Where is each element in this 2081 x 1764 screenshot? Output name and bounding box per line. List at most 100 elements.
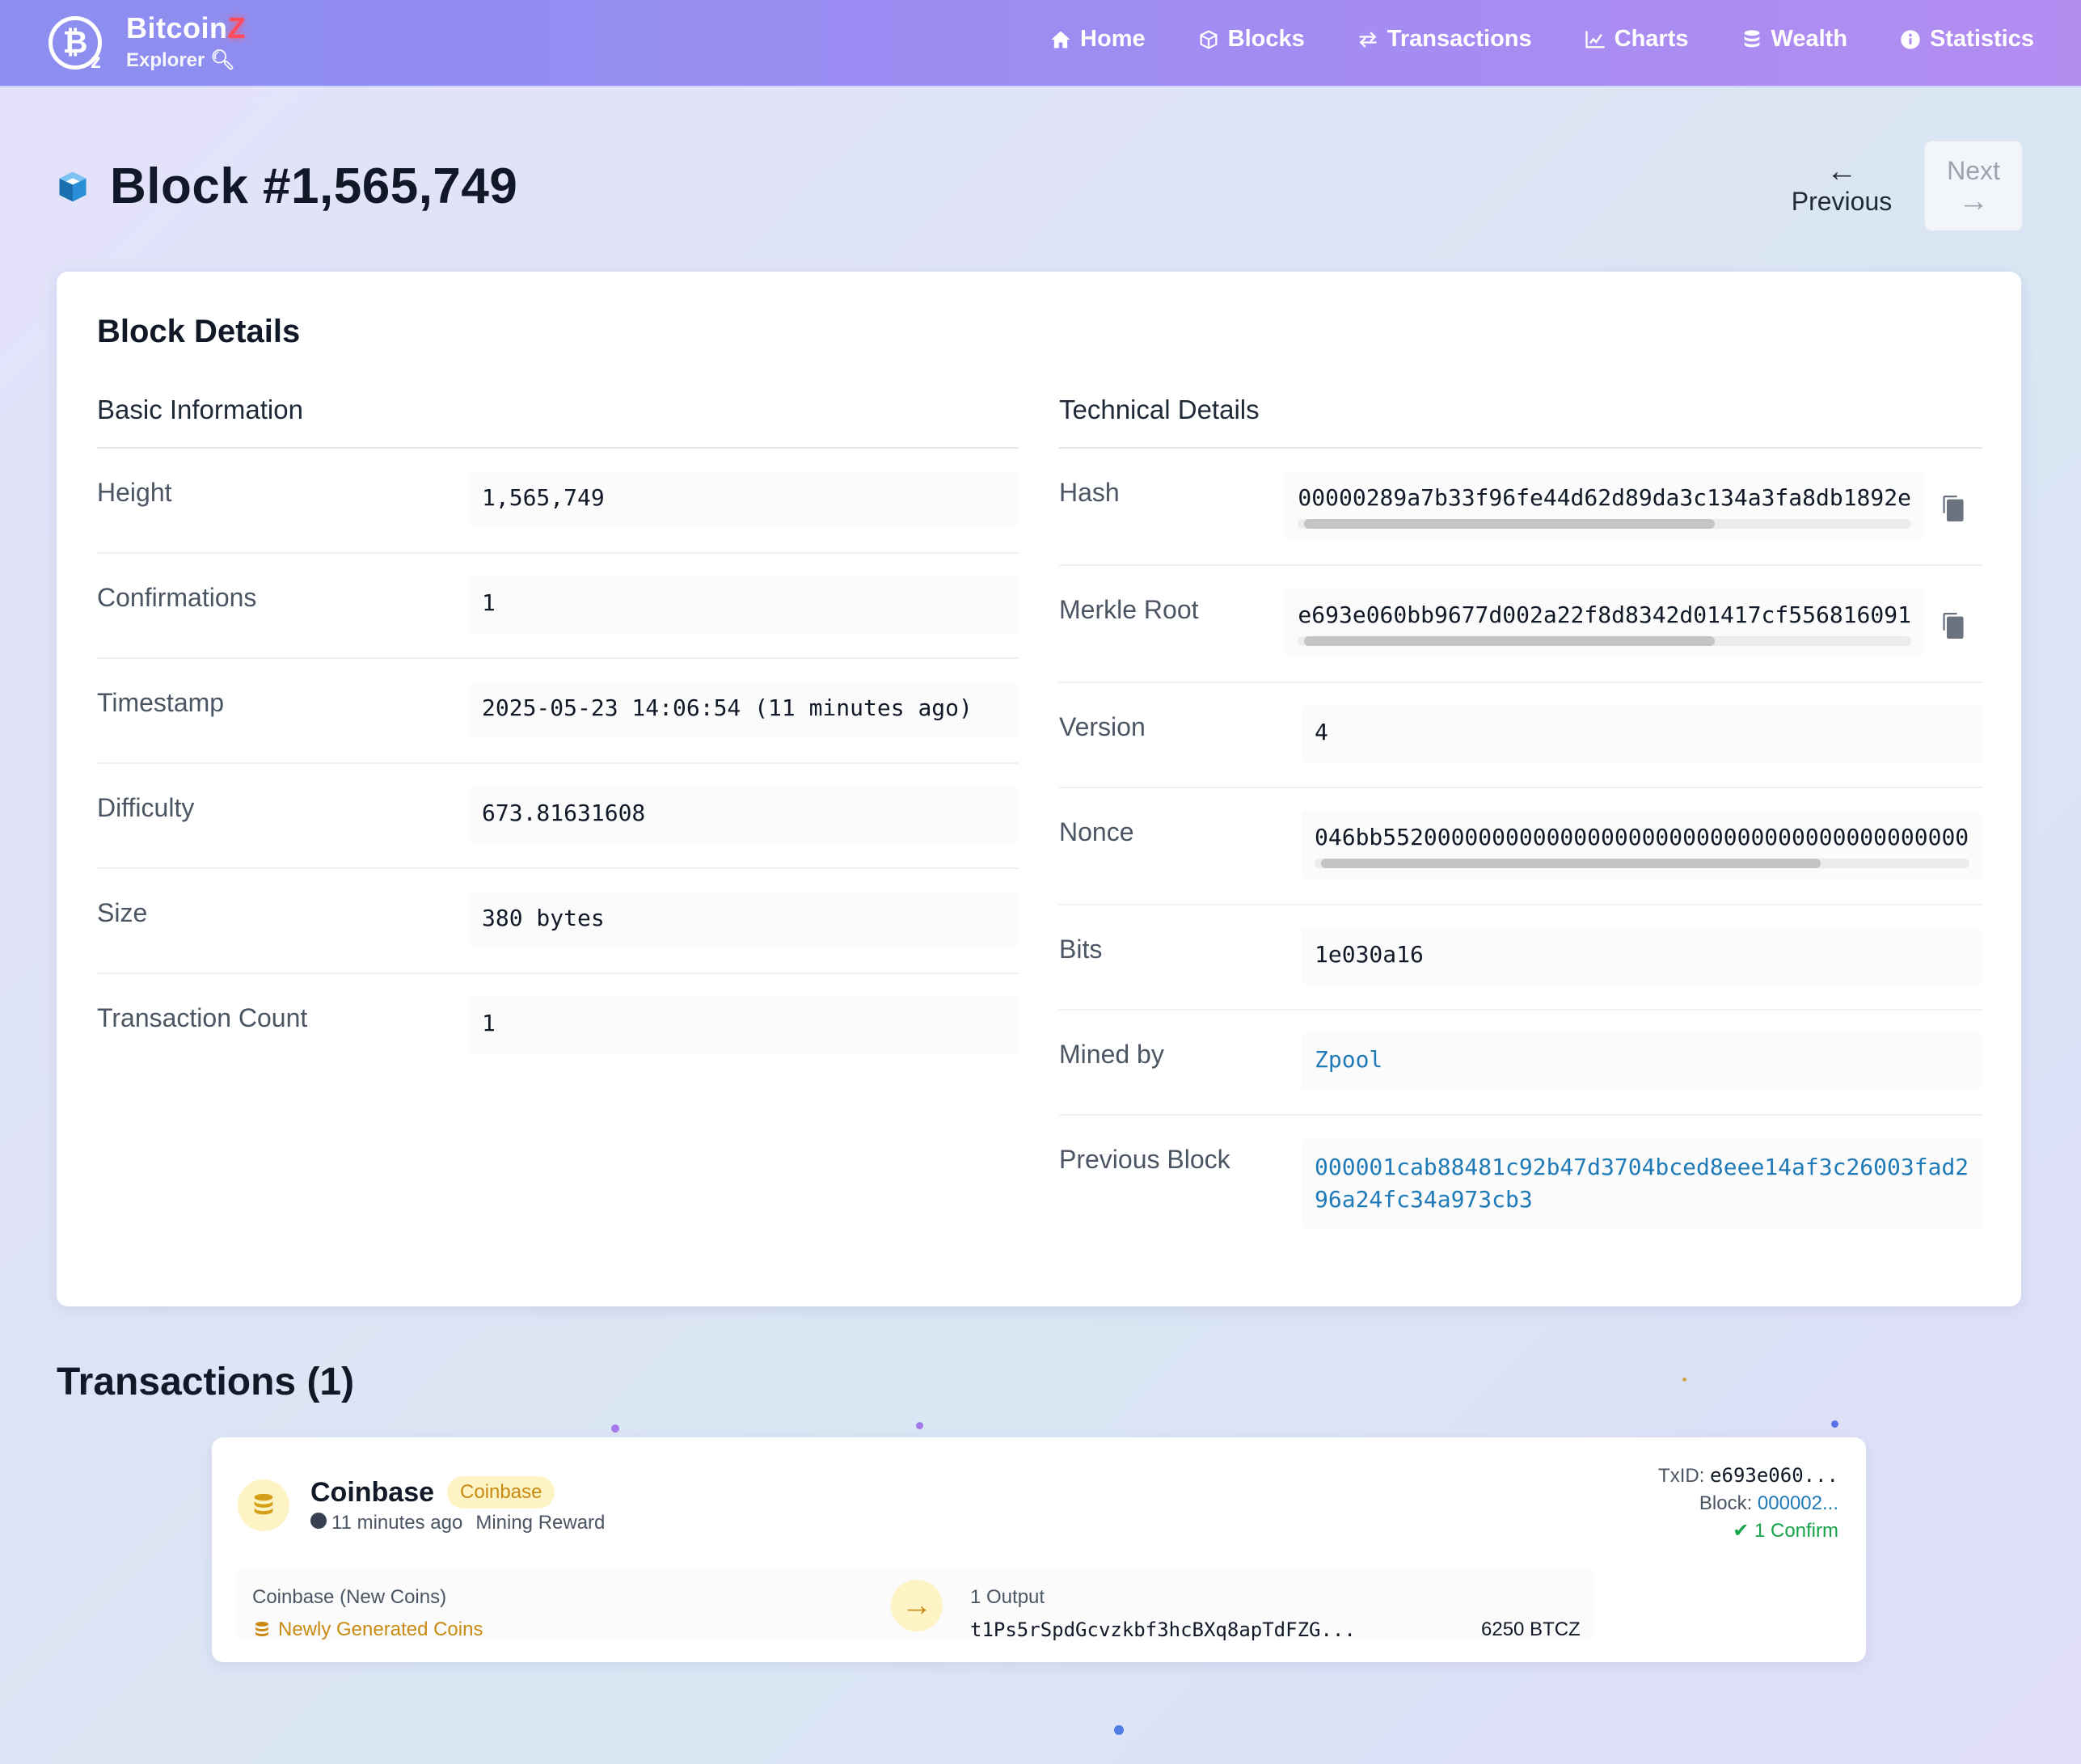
horizontal-scrollbar[interactable] (1298, 519, 1911, 529)
detail-value: 2025-05-23 14:06:54 (11 minutes ago) (469, 682, 1019, 738)
copy-merkle-button[interactable] (1924, 589, 1982, 639)
detail-label: Difficulty (97, 793, 195, 822)
chart-icon (1585, 31, 1605, 48)
input-title: Coinbase (New Coins) (252, 1586, 447, 1608)
home-icon (1051, 31, 1070, 48)
merkle-value-box: e693e060bb9677d002a22f8d8342d01417cf5568… (1285, 589, 1924, 657)
page-header: Block #1,565,749 (55, 158, 517, 215)
detail-value: 1 (469, 997, 1019, 1053)
detail-row-previous-block: Previous Block 000001cab88481c92b47d3704… (1059, 1116, 1982, 1253)
coins-icon (255, 1622, 268, 1636)
detail-row-difficulty: Difficulty 673.81631608 (97, 764, 1019, 869)
nav-blocks[interactable]: Blocks (1197, 26, 1305, 53)
info-icon (1901, 29, 1920, 49)
clock-icon (310, 1513, 327, 1529)
detail-label: Height (97, 478, 172, 507)
nav-charts-label: Charts (1614, 26, 1689, 52)
txid-label: TxID: (1658, 1465, 1705, 1487)
decorative-dot (611, 1424, 619, 1433)
detail-label: Merkle Root (1059, 595, 1199, 624)
transaction-header: Coinbase Coinbase (310, 1476, 555, 1509)
copy-icon (1943, 613, 1964, 639)
brand-subtitle: Explorer 🔍︎ (126, 49, 246, 72)
nav-wealth-label: Wealth (1771, 26, 1848, 52)
coinbase-coins-icon (238, 1479, 289, 1531)
merkle-value: e693e060bb9677d002a22f8d8342d01417cf5568… (1298, 601, 1911, 628)
detail-value: 1e030a16 (1302, 928, 1982, 985)
detail-row-mined-by: Mined by Zpool (1059, 1011, 1982, 1116)
block-link[interactable]: 000002... (1758, 1492, 1838, 1514)
top-navbar: ₿ z BitcoinZ Explorer 🔍︎ Home Blocks Tran… (0, 0, 2081, 87)
hash-value: 00000289a7b33f96fe44d62d89da3c134a3fa8db… (1298, 484, 1911, 511)
decorative-dot (1114, 1725, 1124, 1735)
transaction-subtype: Mining Reward (475, 1512, 606, 1534)
detail-label: Previous Block (1059, 1145, 1230, 1174)
bitcoinz-logo-icon: ₿ z (49, 16, 102, 73)
transaction-type: Coinbase (310, 1476, 435, 1508)
nav-charts[interactable]: Charts (1584, 26, 1689, 53)
block-label: Block: (1699, 1492, 1753, 1514)
brand-subtitle-text: Explorer (126, 49, 205, 71)
brand-title-badge: Z (227, 11, 246, 44)
detail-label: Confirmations (97, 583, 257, 612)
confirmations-status: ✔ 1 Confirm (1733, 1520, 1838, 1542)
output-title: 1 Output (970, 1586, 1045, 1608)
detail-row-transaction-count: Transaction Count 1 (97, 974, 1019, 1078)
brand-title: BitcoinZ (126, 11, 246, 45)
section-heading: Technical Details (1059, 395, 1982, 449)
detail-label: Nonce (1059, 817, 1134, 846)
nonce-value: 046bb55200000000000000000000000000000000… (1315, 824, 1969, 850)
transaction-card[interactable]: Coinbase Coinbase 11 minutes ago Mining … (212, 1437, 1866, 1662)
transaction-output: 1 Output t1Ps5rSpdGcvzkbf3hcBXq8apTdFZG.… (970, 1581, 1585, 1646)
horizontal-scrollbar[interactable] (1298, 636, 1911, 646)
detail-label: Version (1059, 712, 1146, 741)
block-details-card: Block Details Basic Information Height 1… (57, 272, 2021, 1306)
detail-label: Transaction Count (97, 1003, 308, 1032)
brand-title-text: Bitcoin (126, 11, 228, 44)
detail-row-hash: Hash 00000289a7b33f96fe44d62d89da3c134a3… (1059, 449, 1982, 566)
transaction-io: Coinbase (New Coins) Newly Generated Coi… (236, 1570, 1594, 1641)
nonce-value-box: 046bb55200000000000000000000000000000000… (1302, 811, 1982, 880)
detail-row-nonce: Nonce 046bb55200000000000000000000000000… (1059, 788, 1982, 905)
output-amount: 6250 BTCZ (1481, 1618, 1581, 1640)
exchange-icon (1359, 31, 1377, 48)
previous-label: Previous (1791, 186, 1893, 216)
next-label: Next (1947, 155, 2000, 185)
miner-link[interactable]: Zpool (1302, 1033, 1982, 1090)
decorative-dot (1831, 1420, 1838, 1428)
decorative-dot (916, 1422, 923, 1429)
detail-label: Mined by (1059, 1040, 1164, 1069)
detail-value: 4 (1302, 706, 1982, 762)
txid-link[interactable]: e693e060... (1710, 1464, 1838, 1487)
detail-label: Size (97, 898, 148, 927)
hash-value-box: 00000289a7b33f96fe44d62d89da3c134a3fa8db… (1285, 471, 1924, 540)
brand[interactable]: ₿ z BitcoinZ Explorer 🔍︎ (49, 11, 246, 73)
nav-blocks-label: Blocks (1227, 26, 1305, 52)
basic-information-section: Basic Information Height 1,565,749 Confi… (97, 395, 1019, 1078)
arrow-right-icon: → (1958, 184, 1989, 218)
detail-row-bits: Bits 1e030a16 (1059, 905, 1982, 1011)
detail-value: 673.81631608 (469, 787, 1019, 843)
detail-row-confirmations: Confirmations 1 (97, 554, 1019, 659)
arrow-right-icon: → (891, 1580, 943, 1631)
nav-transactions-label: Transactions (1387, 26, 1532, 52)
technical-details-section: Technical Details Hash 00000289a7b33f96f… (1059, 395, 1982, 1253)
horizontal-scrollbar[interactable] (1315, 859, 1969, 868)
copy-hash-button[interactable] (1924, 471, 1982, 521)
transactions-heading: Transactions (1) (57, 1361, 355, 1403)
next-block-button[interactable]: Next → (1924, 141, 2023, 231)
transaction-summary: TxID: e693e060... Block: 000002... ✔ 1 C… (1658, 1462, 1838, 1545)
detail-label: Timestamp (97, 688, 225, 717)
previous-block-link[interactable]: 000001cab88481c92b47d3704bced8eee14af3c2… (1302, 1138, 1982, 1229)
nav-home[interactable]: Home (1049, 26, 1146, 53)
nav-statistics[interactable]: Statistics (1899, 26, 2034, 53)
arrow-left-icon: ← (1826, 154, 1857, 188)
detail-value: 1,565,749 (469, 471, 1019, 528)
previous-block-button[interactable]: ← Previous (1769, 141, 1914, 231)
search-icon: 🔍︎ (210, 49, 235, 71)
decorative-dot (1682, 1378, 1686, 1382)
nav-wealth[interactable]: Wealth (1741, 26, 1848, 53)
main-nav: Home Blocks Transactions Charts Wealth S… (1049, 26, 2034, 53)
nav-transactions[interactable]: Transactions (1357, 26, 1532, 53)
input-subtitle: Newly Generated Coins (278, 1618, 483, 1640)
